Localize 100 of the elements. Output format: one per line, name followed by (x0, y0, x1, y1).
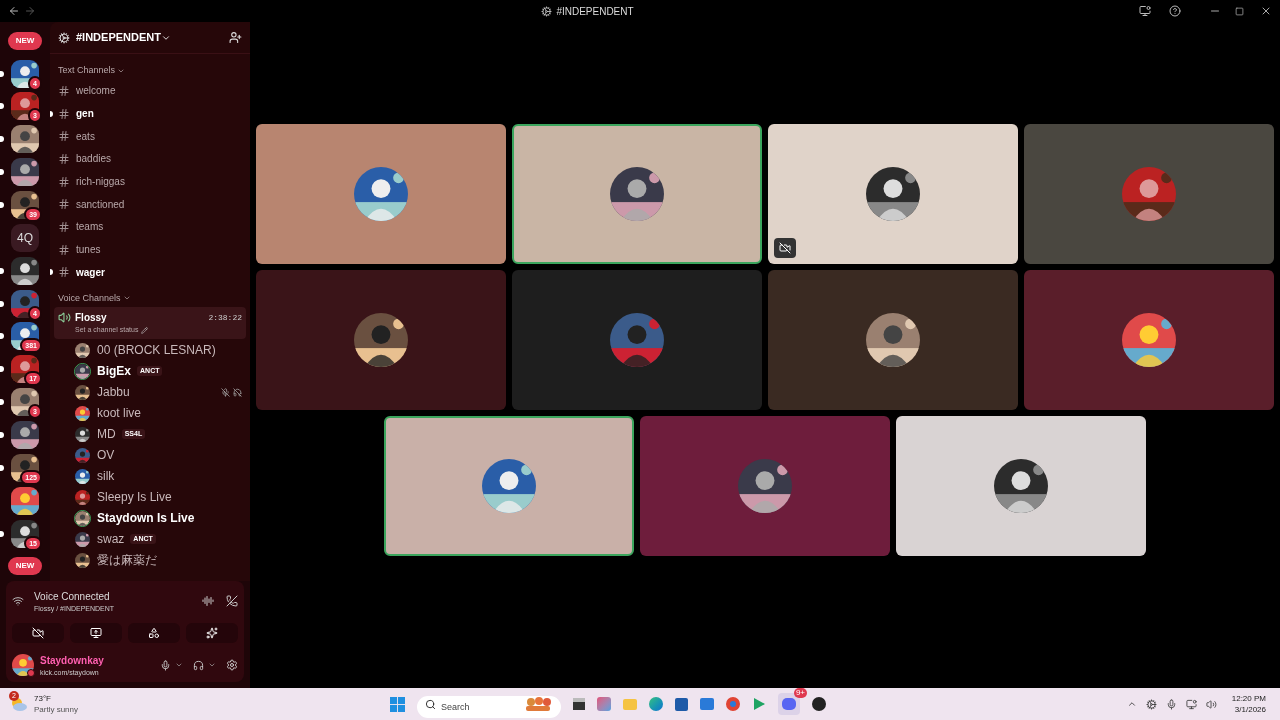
app-icon[interactable] (812, 697, 826, 711)
voice-status: Voice Connected (34, 590, 111, 604)
category-heading[interactable]: Text Channels (58, 64, 116, 78)
hash-icon (58, 198, 70, 211)
microphone-icon[interactable] (1165, 698, 1177, 710)
headphones-icon[interactable] (193, 659, 204, 671)
video-tile[interactable] (384, 416, 634, 556)
member-name: Staydown Is Live (97, 510, 195, 527)
chevron-icon[interactable] (1126, 699, 1137, 709)
member-name: 愛は麻薬だ (97, 552, 157, 569)
hash-icon (58, 130, 70, 143)
category-heading[interactable]: Voice Channels (58, 291, 121, 306)
signal-icon[interactable] (12, 594, 24, 607)
notification-badge: 9+ (793, 688, 807, 698)
screen-share-button[interactable] (70, 622, 122, 643)
search-field[interactable]: Search (417, 696, 561, 718)
hash-icon (58, 84, 70, 97)
video-tile[interactable] (640, 416, 890, 556)
channel-item[interactable]: welcome (50, 79, 250, 103)
hash-icon (58, 152, 70, 165)
invite-icon[interactable] (229, 31, 242, 44)
member-name: Sleepy Is Live (97, 489, 172, 506)
new-pill[interactable]: NEW (7, 31, 43, 50)
member-name: BigEx (97, 363, 131, 380)
camera-button[interactable] (12, 622, 64, 643)
start-icon[interactable] (390, 696, 405, 712)
channel-item[interactable]: wager (50, 261, 250, 284)
member-name: Jabbu (97, 384, 130, 401)
hash-icon (58, 220, 70, 233)
settings-icon[interactable] (226, 659, 238, 672)
video-tile[interactable] (256, 124, 506, 264)
new-pill[interactable]: NEW (7, 557, 43, 576)
window-title: #INDEPENDENT (556, 4, 634, 19)
search-icon (425, 698, 436, 710)
voice-member[interactable]: silk (50, 465, 250, 487)
tray-icon[interactable] (1145, 698, 1157, 710)
play-icon[interactable] (752, 697, 766, 711)
video-tile[interactable] (1024, 124, 1274, 264)
channel-item[interactable]: tunes (50, 238, 250, 261)
network-icon[interactable] (1185, 698, 1197, 710)
disconnect-icon[interactable] (226, 594, 238, 607)
voice-member[interactable]: Jabbu (50, 381, 250, 403)
task-view-icon[interactable] (573, 698, 585, 710)
video-tile[interactable] (512, 270, 762, 410)
member-name: swaz (97, 531, 125, 548)
channel-item[interactable]: rich-niggas (50, 170, 250, 193)
voice-member[interactable]: 愛は麻薬だ (50, 549, 250, 571)
camera-off-icon (32, 626, 44, 639)
voice-member[interactable]: koot live (50, 402, 250, 424)
speaker-icon (58, 311, 71, 325)
hash-icon (58, 243, 70, 256)
temperature[interactable]: 73°F (34, 693, 79, 704)
sparkles-icon (206, 626, 218, 639)
channel-item[interactable]: sanctioned (50, 192, 250, 216)
deafen-icon (233, 387, 242, 397)
volume-icon[interactable] (1205, 698, 1217, 710)
video-tile[interactable] (896, 416, 1146, 556)
activities-button[interactable] (128, 622, 180, 643)
channel-item[interactable]: teams (50, 215, 250, 239)
camera-off-icon (779, 242, 791, 254)
close-icon[interactable] (1260, 5, 1272, 17)
microphone-icon[interactable] (160, 659, 171, 671)
member-name: MD (97, 426, 116, 443)
voice-member[interactable]: Staydown Is Live (50, 507, 250, 529)
hash-icon (58, 175, 70, 188)
hash-icon (58, 107, 70, 120)
video-tile[interactable] (256, 270, 506, 410)
clock-time[interactable]: 12:20 PM (1231, 693, 1266, 704)
screen-share-icon (90, 626, 102, 639)
member-name: 00 (BROCK LESNAR) (97, 342, 216, 359)
server-button[interactable]: 4Q (11, 223, 39, 252)
channel-item[interactable]: eats (50, 124, 250, 148)
channel-item[interactable]: gen (50, 102, 250, 125)
voice-channel-name: Flossy (75, 311, 108, 326)
voice-member[interactable]: 00 (BROCK LESNAR) (50, 339, 250, 361)
help-icon[interactable] (1169, 5, 1181, 17)
mic-off-icon (221, 387, 230, 397)
video-tile[interactable] (768, 124, 1018, 264)
video-tile[interactable] (768, 270, 1018, 410)
back-icon[interactable] (8, 5, 20, 17)
soundboard-button[interactable] (186, 622, 238, 643)
shapes-icon (148, 626, 160, 639)
edit-icon[interactable] (141, 326, 149, 334)
weather-condition[interactable]: Partly sunny (34, 704, 79, 715)
username[interactable]: Staydownkay (40, 652, 160, 668)
hash-icon (58, 266, 70, 279)
video-tile[interactable] (512, 124, 762, 264)
voice-member[interactable]: Sleepy Is Live (50, 486, 250, 508)
member-name: koot live (97, 405, 142, 422)
sound-wave-icon[interactable] (202, 594, 214, 607)
member-name: OV (97, 447, 115, 464)
clock-date[interactable]: 3/1/2026 (1234, 704, 1266, 715)
people-icon (523, 697, 553, 711)
video-tile[interactable] (1024, 270, 1274, 410)
member-name: silk (97, 468, 115, 485)
voice-member[interactable]: OV (50, 444, 250, 466)
server-name[interactable]: #INDEPENDENT (76, 29, 161, 46)
maximize-icon[interactable] (1235, 6, 1244, 16)
call-timer: 2:38:22 (208, 311, 242, 324)
channel-item[interactable]: baddies (50, 147, 250, 171)
